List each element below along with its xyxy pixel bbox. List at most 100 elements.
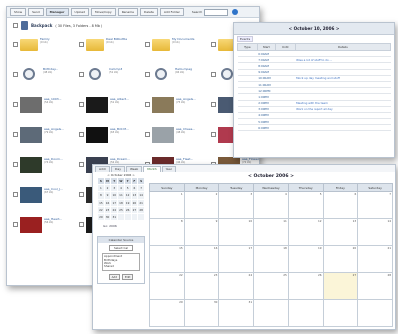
media-file-icon[interactable] (89, 68, 101, 80)
media-file-icon[interactable] (221, 68, 233, 80)
file-checkbox[interactable] (79, 102, 84, 107)
day-cell[interactable]: 5 (287, 191, 324, 219)
tab-addr[interactable]: Addr (95, 166, 111, 172)
day-cell[interactable] (253, 299, 289, 327)
day-cell[interactable]: 13 (322, 218, 359, 246)
move-copy-button[interactable]: Move/Copy (91, 8, 116, 16)
photo-thumbnail[interactable] (86, 97, 108, 113)
mini-day[interactable]: 8 (97, 191, 105, 200)
file-checkbox[interactable] (13, 162, 18, 167)
mini-day[interactable]: 14 (137, 191, 145, 200)
events-tab[interactable]: Events (237, 36, 254, 42)
photo-thumbnail[interactable] (20, 187, 42, 203)
day-cell[interactable]: 11 (253, 218, 289, 246)
photo-thumbnail[interactable] (20, 127, 42, 143)
mini-day[interactable]: 13 (130, 191, 139, 200)
calendar-list-item[interactable]: Shared (104, 264, 138, 268)
file-checkbox[interactable] (79, 132, 84, 137)
mini-day[interactable]: 23 (103, 205, 112, 214)
photo-thumbnail[interactable] (152, 97, 174, 113)
goto-year[interactable]: Go: 2006 (103, 224, 147, 228)
day-cell[interactable]: 16 (183, 245, 220, 273)
file-checkbox[interactable] (13, 192, 18, 197)
day-cell[interactable]: 29 (149, 299, 185, 327)
day-title[interactable]: < October 10, 2006 > (234, 23, 394, 35)
day-cell[interactable]: 21 (357, 245, 393, 273)
photo-thumbnail[interactable] (86, 127, 108, 143)
mini-day[interactable]: 17 (110, 198, 119, 207)
mini-day[interactable]: 7 (137, 184, 145, 193)
day-cell[interactable]: 28 (357, 272, 393, 300)
day-cell[interactable]: 18 (253, 245, 289, 273)
tab-day[interactable]: Day (111, 166, 125, 172)
mini-day[interactable]: 6 (130, 184, 139, 193)
day-cell[interactable]: 17 (218, 245, 255, 273)
mini-day[interactable]: 27 (130, 205, 139, 214)
folder-icon[interactable] (20, 39, 38, 51)
mini-day[interactable]: 10 (110, 191, 119, 200)
upload-button[interactable]: Upload (70, 8, 90, 16)
photo-thumbnail[interactable] (152, 127, 174, 143)
file-item[interactable]: aaa_1003... (54 kb) (13, 91, 79, 121)
file-checkbox[interactable] (13, 132, 18, 137)
file-item[interactable]: aaa_Doom... (74 kb) (13, 151, 79, 181)
mini-day[interactable]: 4 (117, 184, 125, 193)
event-details[interactable] (295, 124, 391, 132)
file-item[interactable]: Deal Billbottle (0 kb) (79, 31, 145, 61)
file-checkbox[interactable] (13, 222, 18, 227)
day-cell[interactable]: 8 (149, 218, 185, 246)
file-item[interactable]: Birthday... (48 kb) (13, 61, 79, 91)
day-cell[interactable]: 6 (322, 191, 359, 219)
add-folder-button[interactable]: Add Folder (159, 8, 184, 16)
file-checkbox[interactable] (79, 192, 84, 197)
mini-day[interactable]: 28 (137, 205, 145, 214)
mini-day[interactable]: 26 (123, 205, 132, 214)
file-item[interactable]: aaa_Angels... (75 kb) (145, 91, 211, 121)
file-checkbox[interactable] (211, 102, 216, 107)
file-checkbox[interactable] (79, 42, 84, 47)
file-item[interactable]: aaa_Albert... (51 kb) (79, 91, 145, 121)
day-cell[interactable]: 9 (183, 218, 220, 246)
mini-day[interactable]: 24 (110, 205, 119, 214)
send-button[interactable]: Send (28, 8, 44, 16)
folder-icon[interactable] (86, 39, 104, 51)
day-cell[interactable]: 25 (253, 272, 289, 300)
tab-month[interactable]: Month (143, 166, 161, 172)
file-item[interactable]: Call.mp3 (51 kb) (79, 61, 145, 91)
tab-year[interactable]: Year (161, 166, 176, 172)
day-event-row[interactable]: 6:00PM (237, 124, 391, 132)
file-item[interactable]: My Documents (0 kb) (145, 31, 211, 61)
day-cell[interactable]: 1 (149, 191, 185, 219)
file-checkbox[interactable] (13, 102, 18, 107)
mini-day[interactable]: 22 (97, 205, 105, 214)
day-cell[interactable]: 24 (218, 272, 255, 300)
photo-thumbnail[interactable] (20, 97, 42, 113)
file-checkbox[interactable] (145, 42, 150, 47)
file-checkbox[interactable] (145, 102, 150, 107)
calendar-list[interactable]: Appointment Birthdays Work Shared (102, 253, 140, 272)
mini-day[interactable]: 2 (103, 184, 112, 193)
day-cell[interactable]: 20 (322, 245, 359, 273)
day-cell[interactable]: 7 (357, 191, 393, 219)
mini-day[interactable]: 15 (97, 198, 105, 207)
day-cell[interactable]: 22 (149, 272, 185, 300)
file-item[interactable]: Family (0 kb) (13, 31, 79, 61)
select-all-checkbox[interactable] (13, 23, 18, 28)
mini-day[interactable]: 12 (123, 191, 132, 200)
day-cell[interactable]: 23 (183, 272, 220, 300)
file-checkbox[interactable] (13, 72, 18, 77)
mini-day[interactable]: 30 (103, 212, 112, 222)
file-checkbox[interactable] (79, 72, 84, 77)
media-file-icon[interactable] (23, 68, 35, 80)
file-checkbox[interactable] (79, 222, 84, 227)
search-go-icon[interactable] (232, 9, 239, 15)
mini-day[interactable]: 16 (103, 198, 112, 207)
file-checkbox[interactable] (211, 42, 216, 47)
photo-thumbnail[interactable] (20, 217, 42, 233)
add-calendar-button[interactable]: Add (108, 274, 120, 281)
day-cell[interactable]: 19 (287, 245, 324, 273)
manager-button[interactable]: Manager (45, 8, 69, 16)
file-item[interactable]: aaa_Billi M... (63 kb) (79, 121, 145, 151)
rename-button[interactable]: Rename (117, 8, 139, 16)
day-cell[interactable] (287, 299, 324, 327)
